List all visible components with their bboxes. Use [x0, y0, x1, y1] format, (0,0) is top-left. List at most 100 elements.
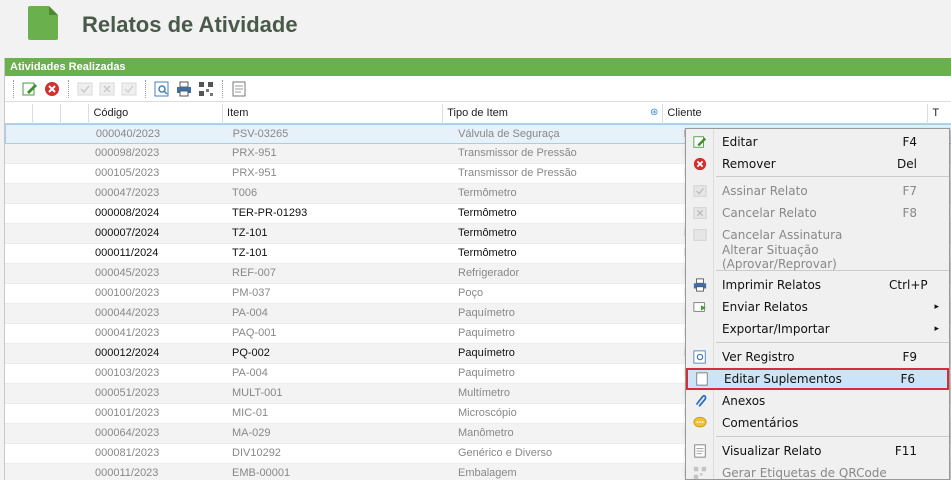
row-cell — [5, 204, 33, 224]
column-header[interactable] — [5, 104, 33, 124]
item-cell: PA-004 — [232, 307, 268, 319]
context-menu: Editar F4 Remover Del Assinar Relato F7 Cancel… — [685, 128, 950, 480]
menu-item-remover[interactable]: Remover Del — [686, 153, 949, 175]
tipo-cell: Termômetro — [458, 187, 517, 199]
menu-item-editar[interactable]: Editar F4 — [686, 131, 949, 153]
menu-item-enviar-relatos[interactable]: Enviar Relatos ▸ — [686, 296, 949, 318]
item-cell: PA-004 — [232, 367, 268, 379]
row-cell — [33, 224, 62, 244]
menu-item-shortcut: Ctrl+P — [889, 278, 928, 292]
item-cell: MIC-01 — [232, 407, 269, 419]
codigo-cell: 000081/2023 — [95, 447, 160, 459]
edit-icon[interactable] — [20, 79, 40, 99]
menu-item-exportar-importar[interactable]: Exportar/Importar ▸ — [686, 318, 949, 340]
row-cell — [62, 144, 91, 164]
menu-item-cancelar-relato[interactable]: Cancelar Relato F8 — [686, 202, 949, 224]
row-cell — [33, 444, 62, 464]
menu-item-shortcut: F9 — [902, 350, 917, 364]
menu-item-editar-suplementos[interactable]: Editar Suplementos F6 — [686, 368, 949, 390]
filter-icon[interactable]: ⊛ — [650, 107, 658, 118]
tipo-cell: Transmissor de Pressão — [458, 147, 577, 159]
row-cell — [62, 224, 91, 244]
menu-item-shortcut: F4 — [902, 135, 917, 149]
codigo-cell: 000007/2024 — [95, 227, 160, 239]
column-header[interactable] — [61, 104, 90, 124]
tipo-cell: Multímetro — [458, 387, 510, 399]
view-icon[interactable] — [152, 79, 172, 99]
report-icon[interactable] — [229, 79, 249, 99]
row-cell — [62, 204, 91, 224]
item-cell: PAQ-001 — [232, 327, 277, 339]
cancel-sign-icon[interactable] — [119, 79, 139, 99]
item-cell: TER-PR-01293 — [232, 207, 308, 219]
codigo-cell: 000103/2023 — [95, 367, 160, 379]
sign-icon[interactable] — [75, 79, 95, 99]
menu-item-shortcut: F8 — [902, 206, 917, 220]
menu-item-alterar-situacao-aprovar-reprovar[interactable]: Alterar Situação (Aprovar/Reprovar) — [686, 243, 949, 271]
row-cell — [5, 464, 33, 480]
row-cell — [5, 344, 33, 364]
cancel-icon[interactable] — [97, 79, 117, 99]
row-cell — [5, 384, 33, 404]
view-icon — [686, 350, 714, 364]
item-cell: PQ-002 — [232, 347, 270, 359]
row-cell — [33, 424, 62, 444]
codigo-cell: 000100/2023 — [95, 287, 160, 299]
column-header-tipo-label: Tipo de Item — [447, 107, 508, 119]
row-cell — [5, 404, 33, 424]
row-cell — [62, 264, 91, 284]
tipo-cell: Transmissor de Pressão — [458, 167, 577, 179]
column-header-codigo[interactable]: Código — [89, 104, 224, 124]
menu-item-ver-registro[interactable]: Ver Registro F9 — [686, 346, 949, 368]
row-cell — [63, 125, 92, 145]
qrcode-icon[interactable] — [196, 79, 216, 99]
row-cell — [62, 404, 91, 424]
row-cell — [33, 404, 62, 424]
attachment-icon — [686, 394, 714, 408]
delete-icon — [686, 157, 714, 171]
codigo-cell: 000044/2023 — [95, 307, 160, 319]
row-cell — [5, 244, 33, 264]
tipo-cell: Paquímetro — [458, 367, 515, 379]
row-cell — [33, 384, 62, 404]
menu-item-label: Assinar Relato — [722, 184, 808, 198]
qrcode-icon — [686, 466, 714, 480]
item-cell: PRX-951 — [232, 167, 277, 179]
menu-item-imprimir-relatos[interactable]: Imprimir Relatos Ctrl+P — [686, 274, 949, 296]
report-icon — [686, 444, 714, 458]
print-icon[interactable] — [174, 79, 194, 99]
codigo-cell: 000051/2023 — [95, 387, 160, 399]
menu-item-label: Editar Suplementos — [724, 372, 842, 386]
delete-icon[interactable] — [42, 79, 62, 99]
row-cell — [33, 284, 62, 304]
menu-item-comentarios[interactable]: Comentários — [686, 412, 949, 434]
menu-item-label: Gerar Etiquetas de QRCode — [722, 466, 887, 480]
row-cell — [5, 224, 33, 244]
row-cell — [62, 164, 91, 184]
column-header-tipo[interactable]: Tipo de Item ⊛ — [443, 104, 664, 124]
row-cell — [34, 125, 63, 145]
menu-item-assinar-relato[interactable]: Assinar Relato F7 — [686, 180, 949, 202]
codigo-cell: 000101/2023 — [95, 407, 160, 419]
menu-item-shortcut: F6 — [900, 372, 915, 386]
menu-item-label: Visualizar Relato — [722, 444, 822, 458]
menu-item-shortcut: F11 — [894, 444, 917, 458]
codigo-cell: 000040/2023 — [95, 128, 161, 140]
tipo-cell: Válvula de Seguraça — [458, 128, 560, 140]
menu-item-anexos[interactable]: Anexos — [686, 390, 949, 412]
column-header-item[interactable]: Item — [223, 104, 444, 124]
tipo-cell: Embalagem — [458, 467, 517, 479]
menu-item-visualizar-relato[interactable]: Visualizar Relato F11 — [686, 440, 949, 462]
item-cell: DIV10292 — [232, 447, 281, 459]
row-cell — [33, 324, 62, 344]
menu-item-label: Imprimir Relatos — [722, 278, 822, 292]
menu-item-label: Cancelar Assinatura — [722, 228, 843, 242]
column-header[interactable] — [33, 104, 61, 124]
tipo-cell: Poço — [458, 287, 484, 299]
tipo-cell: Paquímetro — [458, 307, 515, 319]
column-header-cliente[interactable]: Cliente — [663, 104, 929, 124]
cancel-icon — [686, 206, 714, 220]
column-header-t[interactable]: T — [928, 104, 951, 124]
menu-item-gerar-etiquetas-de-qrcode[interactable]: Gerar Etiquetas de QRCode — [686, 462, 949, 480]
row-cell — [62, 384, 91, 404]
